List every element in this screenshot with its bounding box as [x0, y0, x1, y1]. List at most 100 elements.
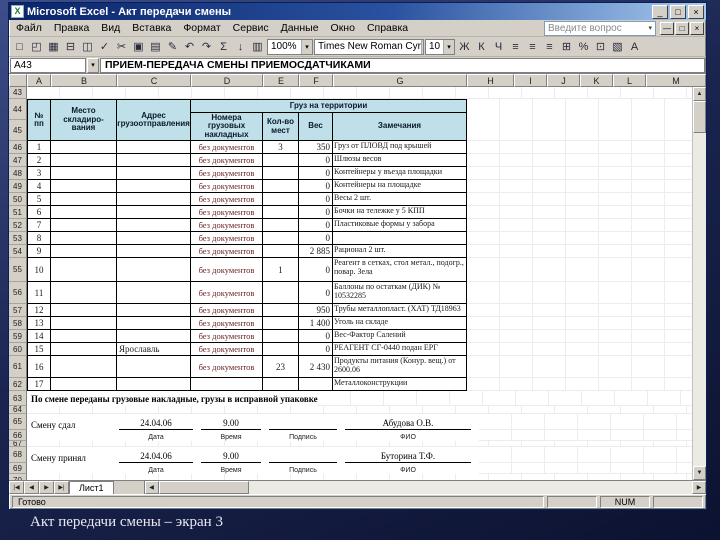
title-bar[interactable]: X Microsoft Excel - Акт передачи смены _… [9, 3, 706, 20]
cell-adres[interactable] [117, 167, 191, 180]
header-ves[interactable]: Вес [299, 113, 333, 141]
cell-ves[interactable]: 1 400 [299, 317, 333, 330]
header-npp[interactable]: № пп [27, 99, 51, 141]
cell-npp[interactable]: 4 [27, 180, 51, 193]
cell-ves[interactable]: 0 [299, 154, 333, 167]
row-header[interactable]: 50 [9, 193, 27, 206]
doc-close-button[interactable]: × [690, 21, 704, 35]
cell-zamechaniya[interactable]: РЕАГЕНТ СГ-0440 подан ЕРГ [333, 343, 467, 356]
empty-cells[interactable] [467, 206, 692, 219]
fill-color-icon[interactable]: ▧ [609, 38, 626, 55]
cell-zamechaniya[interactable]: Продукты питания (Конур. вещ.) от 2600.0… [333, 356, 467, 378]
cell-adres[interactable] [117, 356, 191, 378]
cell-nakladnye[interactable]: без документов [191, 180, 263, 193]
minimize-button[interactable]: _ [652, 4, 668, 19]
empty-cells[interactable] [479, 430, 692, 441]
cell-ves[interactable]: 0 [299, 330, 333, 343]
chart-wizard-icon[interactable]: ▥ [249, 38, 266, 55]
cell-kolvo[interactable] [263, 154, 299, 167]
cell-npp[interactable]: 13 [27, 317, 51, 330]
header-kolvo[interactable]: Кол-во мест [263, 113, 299, 141]
row-header[interactable]: 62 [9, 378, 27, 391]
column-header-k[interactable]: K [580, 74, 613, 87]
cell-adres[interactable] [117, 232, 191, 245]
restore-button[interactable]: □ [670, 4, 686, 19]
menu-item[interactable]: Справка [361, 21, 414, 35]
save-icon[interactable]: ▦ [45, 38, 62, 55]
cell-npp[interactable]: 15 [27, 343, 51, 356]
cell-adres[interactable] [117, 206, 191, 219]
cell-npp[interactable]: 17 [27, 378, 51, 391]
cell-nakladnye[interactable]: без документов [191, 167, 263, 180]
print-preview-icon[interactable]: ◫ [79, 38, 96, 55]
cell-mesto[interactable] [51, 141, 117, 154]
merge-center-icon[interactable]: ⊞ [558, 38, 575, 55]
row-header[interactable]: 69 [9, 463, 27, 474]
dropdown-arrow-icon[interactable]: ▾ [420, 39, 423, 54]
cell-npp[interactable]: 10 [27, 258, 51, 282]
row-header[interactable]: 48 [9, 167, 27, 180]
cell-adres[interactable] [117, 378, 191, 391]
cell-npp[interactable]: 5 [27, 193, 51, 206]
row-header[interactable]: 68 [9, 447, 27, 463]
undo-icon[interactable]: ↶ [181, 38, 198, 55]
cell-ves[interactable] [299, 378, 333, 391]
cell-kolvo[interactable] [263, 232, 299, 245]
print-icon[interactable]: ⊟ [62, 38, 79, 55]
cell-zamechaniya[interactable]: Реагент в сетках, стол метал., подогр., … [333, 258, 467, 282]
align-right-icon[interactable]: ≡ [541, 38, 558, 55]
cell-nakladnye[interactable]: без документов [191, 317, 263, 330]
autosum-icon[interactable]: Σ [215, 38, 232, 55]
empty-cells[interactable] [467, 219, 692, 232]
cell-adres[interactable] [117, 304, 191, 317]
cell-mesto[interactable] [51, 245, 117, 258]
menu-item[interactable]: Вид [95, 21, 126, 35]
cell-npp[interactable]: 11 [27, 282, 51, 304]
name-box[interactable]: A43 [10, 57, 86, 73]
cell-adres[interactable] [117, 282, 191, 304]
header-nakladnye[interactable]: Номера грузовых накладных [191, 113, 263, 141]
row-header[interactable]: 59 [9, 330, 27, 343]
cell-adres[interactable] [117, 141, 191, 154]
column-header-a[interactable]: A [27, 74, 51, 87]
cell-nakladnye[interactable]: без документов [191, 219, 263, 232]
cell-npp[interactable]: 6 [27, 206, 51, 219]
cell-mesto[interactable] [51, 356, 117, 378]
row-header[interactable]: 51 [9, 206, 27, 219]
empty-cells[interactable] [479, 414, 692, 430]
menu-item[interactable]: Окно [325, 21, 361, 35]
row-header[interactable]: 55 [9, 258, 27, 282]
question-box[interactable]: Введите вопрос ▾ [544, 20, 656, 36]
shift-handed-date[interactable]: 24.04.06 [119, 416, 193, 430]
column-header-h[interactable]: H [467, 74, 514, 87]
cell-zamechaniya[interactable]: Весы 2 шт. [333, 193, 467, 206]
empty-cells[interactable] [467, 343, 692, 356]
menu-item[interactable]: Формат [177, 21, 226, 35]
row-header[interactable]: 53 [9, 232, 27, 245]
sort-ascending-icon[interactable]: ↓ [232, 38, 249, 55]
cell-zamechaniya[interactable]: Груз от ПЛОВД под крышей [333, 141, 467, 154]
cell-nakladnye[interactable]: без документов [191, 304, 263, 317]
format-painter-icon[interactable]: ✎ [164, 38, 181, 55]
empty-cells[interactable] [467, 282, 692, 304]
vertical-scrollbar[interactable]: ▲ ▼ [692, 87, 706, 480]
menu-item[interactable]: Данные [275, 21, 325, 35]
column-header-f[interactable]: F [299, 74, 333, 87]
bold-icon[interactable]: Ж [456, 38, 473, 55]
doc-restore-button[interactable]: □ [675, 21, 689, 35]
cell-ves[interactable]: 0 [299, 232, 333, 245]
cell-kolvo[interactable] [263, 206, 299, 219]
column-header-e[interactable]: E [263, 74, 299, 87]
scrollbar-track[interactable] [249, 481, 692, 494]
cell-nakladnye[interactable]: без документов [191, 282, 263, 304]
menu-item[interactable]: Вставка [126, 21, 177, 35]
cell-zamechaniya[interactable] [333, 232, 467, 245]
cell-ves[interactable]: 0 [299, 167, 333, 180]
tab-scroll-button[interactable]: |◀ [9, 481, 24, 494]
cell-kolvo[interactable] [263, 304, 299, 317]
shift-accepted-date[interactable]: 24.04.06 [119, 449, 193, 463]
empty-cells[interactable] [317, 391, 692, 406]
row-header[interactable]: 49 [9, 180, 27, 193]
cell-zamechaniya[interactable]: Баллоны по остаткам (ДИК) № 10532285 [333, 282, 467, 304]
cell-mesto[interactable] [51, 219, 117, 232]
